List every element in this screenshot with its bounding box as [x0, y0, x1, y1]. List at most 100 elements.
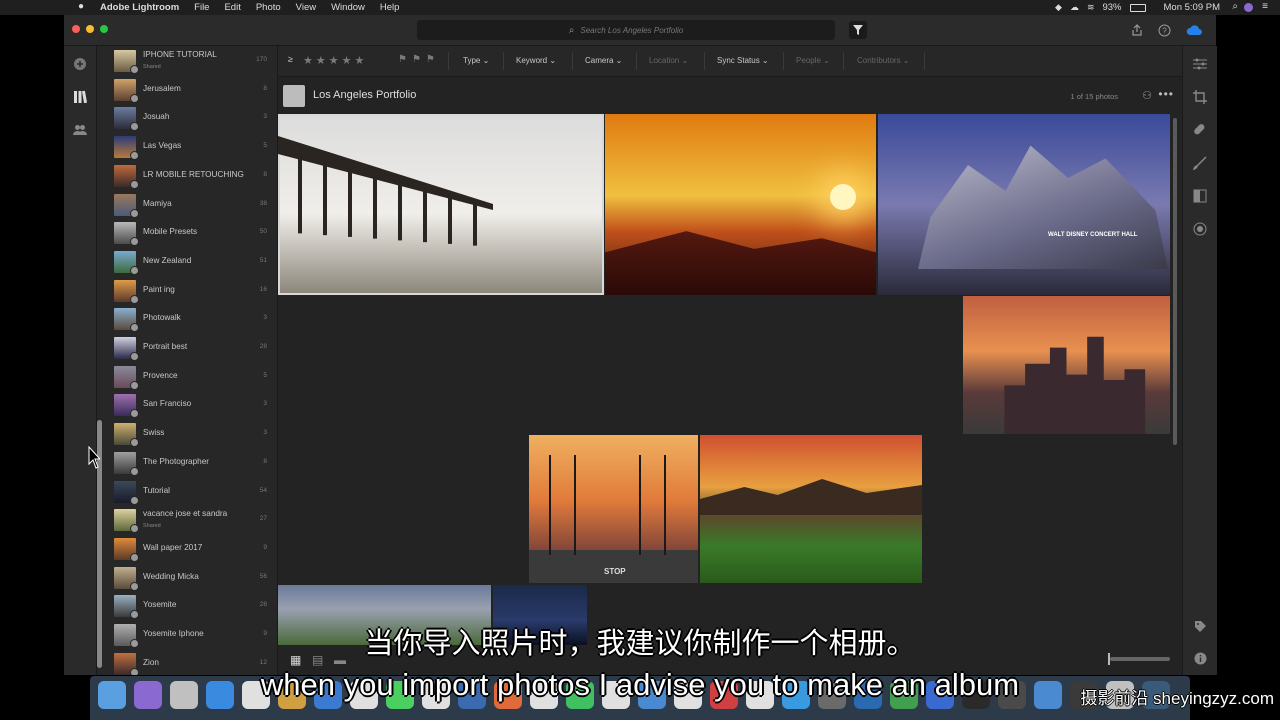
album-count: 5 [263, 142, 267, 150]
battery-percent[interactable]: 93% [1102, 2, 1121, 13]
search-field[interactable]: ⌕ Search Los Angeles Portfolio [417, 20, 835, 40]
album-name: vacance jose et sandra [143, 509, 228, 519]
album-item[interactable]: LR MOBILE RETOUCHING 8 [97, 163, 277, 191]
photo-thumbnail-palm-street[interactable]: STOP [529, 435, 698, 583]
brush-icon[interactable] [1192, 155, 1208, 171]
album-count: 8 [263, 170, 267, 178]
clock[interactable]: Mon 5:09 PM [1164, 2, 1221, 13]
cloud-icon[interactable]: ☁ [1070, 2, 1079, 13]
album-item[interactable]: Josuah 3 [97, 105, 277, 133]
album-count: 50 [259, 228, 267, 236]
synced-check-icon [130, 466, 139, 476]
dropbox-icon[interactable]: ◆ [1055, 2, 1062, 13]
album-item[interactable]: Paint ing 16 [97, 278, 277, 306]
share-icon[interactable] [1129, 22, 1145, 38]
album-item[interactable]: San Franciso 3 [97, 392, 277, 420]
more-options-icon[interactable]: ••• [1158, 87, 1174, 101]
filter-keyword[interactable]: Keyword ⌄ [516, 56, 556, 65]
filter-camera[interactable]: Camera ⌄ [585, 56, 622, 65]
road-marking: STOP [604, 567, 626, 576]
album-item[interactable]: Yosemite 28 [97, 593, 277, 621]
siri-icon[interactable] [1244, 3, 1253, 12]
help-icon[interactable]: ? [1156, 22, 1172, 38]
notification-center-icon[interactable]: ≡ [1262, 1, 1268, 12]
filter-sync-status[interactable]: Sync Status ⌄ [717, 56, 769, 65]
album-item[interactable]: Wall paper 2017 9 [97, 536, 277, 564]
album-name: San Franciso [143, 399, 192, 409]
album-name: New Zealand [143, 255, 192, 265]
synced-check-icon [130, 352, 139, 361]
cloud-sync-icon[interactable] [1186, 22, 1202, 38]
building [918, 145, 1168, 269]
album-item[interactable]: Las Vegas 5 [97, 134, 277, 162]
album-item[interactable]: New Zealand 51 [97, 249, 277, 277]
album-item[interactable]: vacance jose et sandra Shared 27 [97, 507, 277, 535]
zoom-window-button[interactable] [100, 25, 108, 33]
filter-type[interactable]: Type ⌄ [463, 56, 489, 65]
album-count: 28 [259, 601, 267, 609]
app-menu[interactable]: Adobe Lightroom [100, 2, 179, 13]
album-count: 38 [259, 199, 267, 207]
share-album-icon[interactable]: ⚇ [1142, 89, 1152, 102]
menu-file[interactable]: File [194, 2, 209, 13]
battery-icon[interactable] [1129, 3, 1146, 12]
menu-help[interactable]: Help [380, 2, 400, 13]
album-item[interactable]: Jerusalem 8 [97, 77, 277, 105]
rating-operator[interactable]: ≥ [288, 54, 293, 64]
menu-window[interactable]: Window [331, 2, 365, 13]
lightroom-window: ⌕ Search Los Angeles Portfolio ? IPHONE … [64, 15, 1217, 675]
synced-check-icon [130, 552, 139, 562]
minimize-window-button[interactable] [86, 25, 94, 33]
flag-filters[interactable]: ⚑⚑⚑ [398, 54, 440, 65]
photo-thumbnail-green-hills[interactable] [700, 435, 922, 583]
library-icon[interactable] [72, 89, 88, 105]
album-item[interactable]: Portrait best 28 [97, 335, 277, 363]
radial-gradient-icon[interactable] [1192, 221, 1208, 237]
menu-edit[interactable]: Edit [224, 2, 240, 13]
close-window-button[interactable] [72, 25, 80, 33]
linear-gradient-icon[interactable] [1192, 188, 1208, 204]
filter-button[interactable] [849, 21, 867, 39]
photo-thumbnail-pier[interactable] [278, 114, 604, 295]
album-item[interactable]: Mamiya 38 [97, 192, 277, 220]
menu-view[interactable]: View [296, 2, 316, 13]
photo-thumbnail-disney-hall[interactable]: WALT DISNEY CONCERT HALL [878, 114, 1170, 295]
menu-photo[interactable]: Photo [256, 2, 281, 13]
album-item[interactable]: The Photographer 8 [97, 450, 277, 478]
album-item[interactable]: Photowalk 3 [97, 306, 277, 334]
album-item[interactable]: Swiss 3 [97, 421, 277, 449]
album-count: 3 [263, 314, 267, 322]
album-name: Yosemite [143, 600, 177, 610]
grid-scrollbar[interactable] [1173, 118, 1177, 445]
wifi-icon[interactable]: ≋ [1087, 2, 1095, 13]
album-name: Photowalk [143, 313, 181, 323]
divider [704, 52, 705, 70]
album-item[interactable]: IPHONE TUTORIAL Shared 170 [97, 48, 277, 76]
healing-brush-icon[interactable] [1192, 122, 1208, 138]
album-item[interactable]: Tutorial 54 [97, 479, 277, 507]
album-shared-label: Shared [143, 64, 161, 70]
edit-sliders-icon[interactable] [1192, 56, 1208, 72]
divider [783, 52, 784, 70]
menu-list: Adobe Lightroom File Edit Photo View Win… [0, 2, 399, 13]
synced-check-icon [130, 122, 139, 132]
album-item[interactable]: Provence 5 [97, 364, 277, 392]
people-icon[interactable] [72, 122, 88, 138]
search-icon: ⌕ [568, 24, 575, 36]
synced-check-icon [130, 208, 139, 218]
search-spotlight-icon[interactable]: ⌕ [1232, 1, 1238, 12]
divider [503, 52, 504, 70]
crop-icon[interactable] [1192, 89, 1208, 105]
photo-thumbnail-downtown-la[interactable] [963, 296, 1170, 434]
album-item[interactable]: Wedding Micka 56 [97, 565, 277, 593]
divider [572, 52, 573, 70]
album-name: IPHONE TUTORIAL [143, 50, 217, 59]
apple-icon[interactable]: ● [78, 1, 84, 12]
divider [924, 52, 925, 70]
svg-text:?: ? [1162, 26, 1167, 35]
rating-filter-stars[interactable]: ★★★★★ [303, 54, 367, 67]
add-photos-icon[interactable] [72, 56, 88, 72]
album-item[interactable]: Mobile Presets 50 [97, 220, 277, 248]
photo-thumbnail-sunset-city[interactable] [605, 114, 876, 295]
synced-check-icon [130, 380, 139, 390]
